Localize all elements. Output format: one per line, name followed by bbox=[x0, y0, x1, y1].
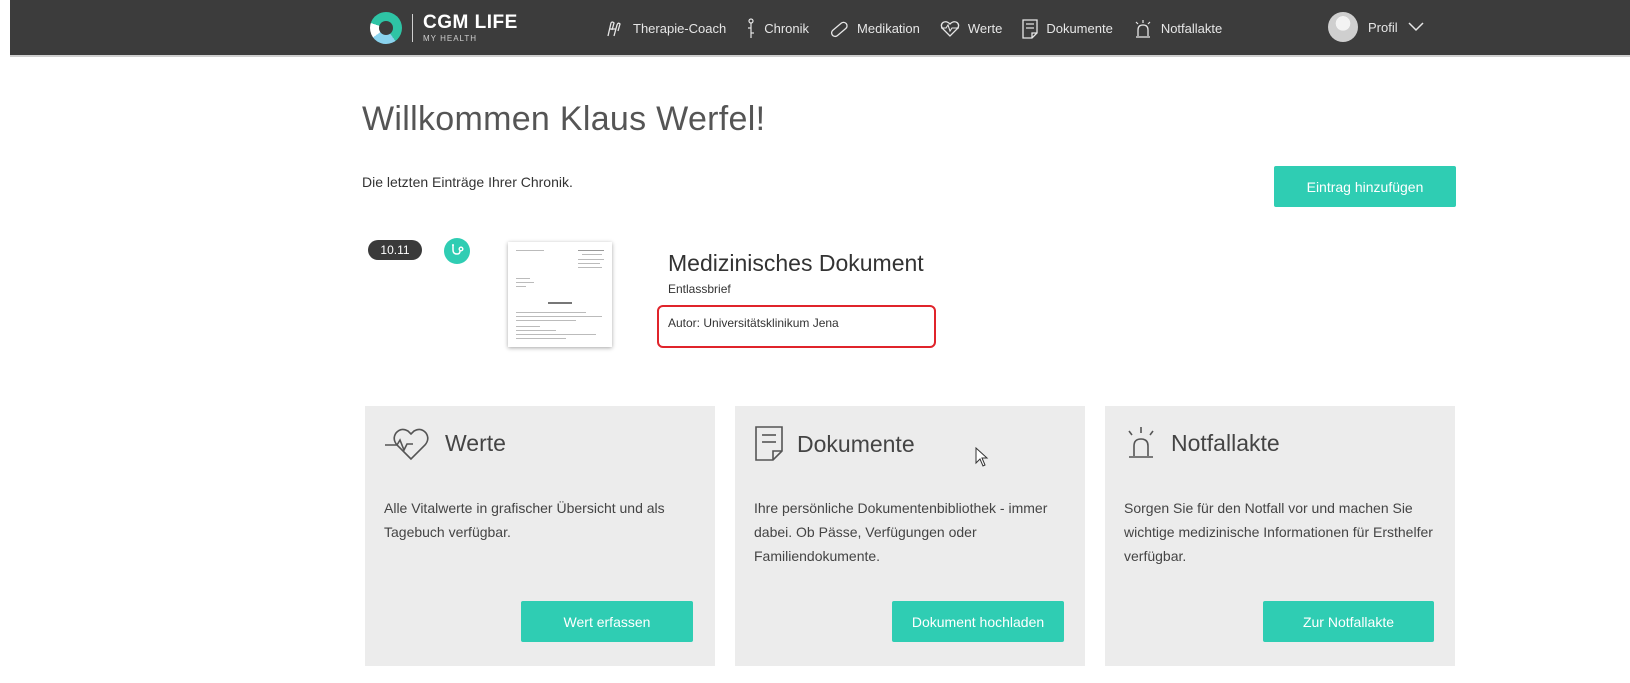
nav-item-chronik[interactable]: Chronik bbox=[746, 17, 810, 40]
entry-date-badge: 10.11 bbox=[368, 240, 422, 260]
profile-menu[interactable]: Profil bbox=[1328, 12, 1424, 42]
document-thumbnail[interactable] bbox=[508, 242, 612, 347]
cgm-life-logo[interactable]: CGM LIFE MY HEALTH bbox=[370, 12, 518, 44]
dokumente-card: Dokumente Ihre persönliche Dokumentenbib… bbox=[735, 406, 1085, 666]
add-entry-button[interactable]: Eintrag hinzufügen bbox=[1274, 166, 1456, 207]
card-text: Alle Vitalwerte in grafischer Übersicht … bbox=[384, 500, 665, 540]
nav-item-notfallakte[interactable]: Notfallakte bbox=[1133, 19, 1222, 39]
heart-pulse-icon bbox=[940, 20, 960, 37]
logo-divider bbox=[412, 14, 413, 42]
nav-label: Werte bbox=[967, 21, 1003, 36]
top-navigation-bar: CGM LIFE MY HEALTH Therapie-Coach Chroni… bbox=[10, 0, 1630, 57]
alarm-icon bbox=[1128, 427, 1154, 458]
stethoscope-icon bbox=[444, 238, 470, 264]
card-title: Dokumente bbox=[797, 430, 915, 457]
logo-title: CGM LIFE bbox=[423, 12, 518, 33]
document-icon bbox=[1022, 18, 1038, 39]
card-text: Ihre persönliche Dokumentenbibliothek - … bbox=[754, 500, 1048, 564]
mouse-cursor-icon bbox=[975, 447, 989, 467]
avatar bbox=[1328, 12, 1358, 42]
page-title: Willkommen Klaus Werfel! bbox=[362, 100, 766, 138]
nav-item-werte[interactable]: Werte bbox=[940, 20, 1002, 38]
chronik-icon bbox=[748, 17, 755, 38]
nav-label: Medikation bbox=[857, 21, 920, 36]
document-icon bbox=[755, 426, 783, 461]
nav-label: Therapie-Coach bbox=[633, 21, 727, 36]
nav-label: Notfallakte bbox=[1160, 21, 1223, 36]
card-text: Sorgen Sie für den Notfall vor und mache… bbox=[1124, 500, 1433, 564]
entry-title[interactable]: Medizinisches Dokument bbox=[668, 250, 924, 277]
coach-icon bbox=[607, 20, 621, 36]
nav-item-dokumente[interactable]: Dokumente bbox=[1022, 18, 1113, 39]
chevron-down-icon bbox=[1408, 22, 1424, 32]
notfallakte-card: Notfallakte Sorgen Sie für den Notfall v… bbox=[1105, 406, 1455, 666]
zur-notfallakte-button[interactable]: Zur Notfallakte bbox=[1263, 601, 1434, 642]
nav-item-medikation[interactable]: Medikation bbox=[829, 19, 920, 39]
profile-label: Profil bbox=[1368, 19, 1398, 35]
heart-pulse-icon bbox=[385, 428, 429, 461]
alarm-icon bbox=[1135, 19, 1151, 38]
card-title: Notfallakte bbox=[1171, 429, 1280, 456]
card-header: Notfallakte bbox=[1123, 424, 1280, 462]
author-highlight-box bbox=[657, 305, 936, 348]
card-title: Werte bbox=[445, 429, 506, 456]
dokument-hochladen-button[interactable]: Dokument hochladen bbox=[892, 601, 1064, 642]
werte-card: Werte Alle Vitalwerte in grafischer Über… bbox=[365, 406, 715, 666]
card-header: Werte bbox=[383, 424, 506, 462]
pill-icon bbox=[830, 21, 848, 37]
logo-text: CGM LIFE MY HEALTH bbox=[423, 13, 518, 43]
nav-label: Dokumente bbox=[1046, 21, 1113, 36]
nav-item-therapie-coach[interactable]: Therapie-Coach bbox=[605, 20, 726, 38]
main-nav: Therapie-Coach Chronik Medikation Werte … bbox=[605, 0, 1242, 57]
wert-erfassen-button[interactable]: Wert erfassen bbox=[521, 601, 693, 642]
nav-label: Chronik bbox=[764, 21, 810, 36]
logo-icon bbox=[370, 12, 402, 44]
logo-subtitle: MY HEALTH bbox=[423, 34, 478, 43]
entry-type: Entlassbrief bbox=[668, 282, 731, 296]
card-header: Dokumente bbox=[753, 424, 915, 464]
chronik-subtitle: Die letzten Einträge Ihrer Chronik. bbox=[362, 174, 573, 190]
